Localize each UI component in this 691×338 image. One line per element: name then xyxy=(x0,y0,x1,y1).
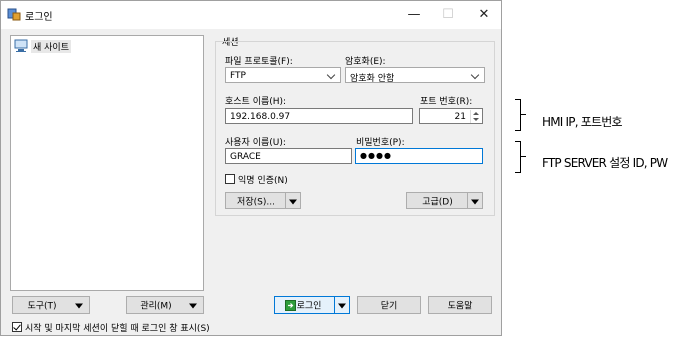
tools-button[interactable]: 도구(T) xyxy=(12,296,90,314)
host-input[interactable]: 192.168.0.97 xyxy=(225,108,413,124)
port-label: 포트 번호(R): xyxy=(420,97,473,107)
chevron-down-icon xyxy=(75,303,83,309)
protocol-value: FTP xyxy=(230,71,246,81)
chevron-down-icon xyxy=(289,199,297,204)
help-button[interactable]: 도움말 xyxy=(428,296,492,314)
save-button[interactable]: 저장(S)... xyxy=(225,192,301,209)
tools-button-label: 도구(T) xyxy=(27,301,57,312)
app-icon xyxy=(7,8,21,21)
chevron-down-icon xyxy=(470,70,480,80)
save-dropdown-arrow[interactable] xyxy=(285,193,300,208)
port-value: 21 xyxy=(454,112,466,122)
advanced-button-label: 고급(D) xyxy=(422,197,453,207)
password-value: ●●●● xyxy=(360,151,392,160)
advanced-button[interactable]: 고급(D) xyxy=(406,192,483,209)
chevron-down-icon xyxy=(338,303,346,309)
login-bracket-tick xyxy=(521,156,526,157)
chevron-down-icon xyxy=(326,70,336,80)
host-bracket xyxy=(515,99,521,131)
show-on-startup-label: 시작 및 마지막 세션이 닫힐 때 로그인 창 표시(S) xyxy=(25,324,210,334)
port-spinner[interactable] xyxy=(470,110,481,123)
site-item-new[interactable]: 새 사이트 xyxy=(14,39,71,53)
show-on-startup-checkbox[interactable] xyxy=(12,322,22,332)
encryption-label: 암호화(E): xyxy=(345,57,386,67)
username-value: GRACE xyxy=(230,152,261,162)
anonymous-label: 익명 인증(N) xyxy=(238,176,288,186)
encryption-value: 암호화 안함 xyxy=(350,74,395,84)
site-item-label: 새 사이트 xyxy=(31,40,71,53)
checkmark-icon xyxy=(13,322,21,331)
host-value: 192.168.0.97 xyxy=(230,112,291,122)
title-bar: 로그인 — ☐ ✕ xyxy=(1,1,501,29)
site-tree[interactable]: 새 사이트 xyxy=(10,35,204,291)
host-label: 호스트 이름(H): xyxy=(225,97,287,107)
host-bracket-tick xyxy=(521,114,526,115)
login-button-label: 로그인 xyxy=(296,301,322,312)
protocol-label: 파일 프로토콜(F): xyxy=(225,57,293,67)
chevron-down-icon xyxy=(471,199,479,204)
username-input[interactable]: GRACE xyxy=(225,148,352,164)
login-button[interactable]: 로그인 xyxy=(274,296,350,314)
manage-button[interactable]: 관리(M) xyxy=(126,296,204,314)
encryption-select[interactable]: 암호화 안함 xyxy=(345,67,485,84)
close-dialog-label: 닫기 xyxy=(380,301,398,312)
advanced-dropdown-arrow[interactable] xyxy=(467,193,482,208)
login-dialog: 로그인 — ☐ ✕ 새 사이트 세션 파일 프로토콜(F): FTP 암호화(E… xyxy=(0,0,502,336)
help-button-label: 도움말 xyxy=(447,301,473,312)
password-label: 비밀번호(P): xyxy=(356,138,405,148)
password-input[interactable]: ●●●● xyxy=(355,148,483,164)
login-dropdown-arrow[interactable] xyxy=(334,297,349,313)
close-button[interactable]: ✕ xyxy=(467,1,501,29)
close-dialog-button[interactable]: 닫기 xyxy=(357,296,421,314)
save-button-label: 저장(S)... xyxy=(237,197,275,207)
window-title: 로그인 xyxy=(25,12,53,23)
protocol-select[interactable]: FTP xyxy=(225,67,341,83)
maximize-button[interactable]: ☐ xyxy=(431,1,465,29)
manage-button-label: 관리(M) xyxy=(140,301,172,312)
computer-icon xyxy=(14,39,28,52)
port-input[interactable]: 21 xyxy=(419,108,483,124)
username-label: 사용자 이름(U): xyxy=(225,138,286,148)
login-annotation: FTP SERVER 설정 ID, PW xyxy=(542,156,668,170)
chevron-down-icon xyxy=(189,303,197,309)
login-bracket xyxy=(515,141,521,173)
host-annotation: HMI IP, 포트번호 xyxy=(542,115,623,129)
anonymous-checkbox[interactable] xyxy=(225,174,235,184)
minimize-button[interactable]: — xyxy=(397,1,431,29)
